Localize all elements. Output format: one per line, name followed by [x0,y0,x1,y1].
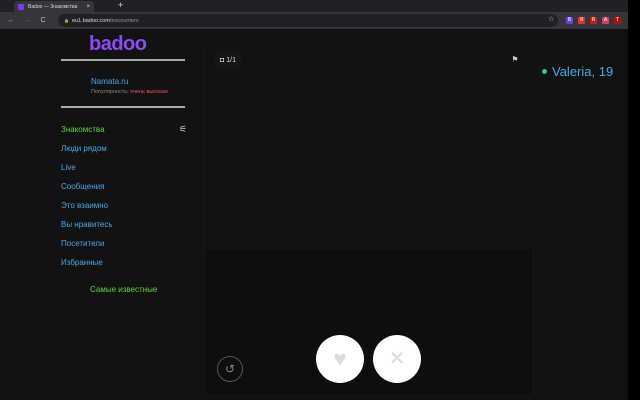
card-footer [205,250,532,395]
back-button[interactable]: ← [6,17,16,24]
extension-icon[interactable]: R [590,17,597,24]
profile-name[interactable]: Valeria, 19 [542,64,613,79]
tab-badoo[interactable]: Badoo — Знакомства × [14,1,94,12]
tab-title: Badoo — Знакомства [28,3,78,10]
close-tab-icon[interactable]: × [86,4,90,10]
tab-bar: Badoo — Знакомства × + [0,0,628,12]
camera-icon: ◘ [220,57,225,64]
sidebar-item-people-nearby[interactable]: Люди рядом [61,144,187,163]
online-status-dot [542,69,547,74]
sidebar-item-live[interactable]: Live [61,163,187,182]
reload-button[interactable]: C [38,17,48,24]
popularity[interactable]: Популярность: очень высокая [91,89,168,95]
sidebar-item-encounters[interactable]: Знакомства ⚟ [61,125,187,144]
browser-window: Badoo — Знакомства × + ← → C 🔒 eu1.badoo… [0,0,628,400]
badoo-favicon-icon [18,3,24,10]
dislike-button[interactable]: ✕ [373,335,421,383]
sidebar-item-visitors[interactable]: Посетители [61,239,187,258]
bookmark-star-icon[interactable]: ☆ [548,15,554,23]
sidebar-item-mutual[interactable]: Это взаимно [61,201,187,220]
extension-icon[interactable]: A [602,17,609,24]
url-path: /encounters [109,17,139,24]
sidebar-item-label: Знакомства [61,125,105,134]
sidebar-menu: Знакомства ⚟ Люди рядом Live Сообщения Эт… [61,125,187,277]
browser-toolbar: ← → C 🔒 eu1.badoo.com/encounters ☆ B Я R… [0,12,628,29]
popularity-value: очень высокая [130,89,168,95]
badoo-logo[interactable]: badoo [89,33,147,56]
sidebar-item-favorites[interactable]: Избранные [61,258,187,277]
filter-settings-icon[interactable]: ⚟ [179,125,187,134]
undo-button[interactable]: ↺ [217,356,243,382]
photo-counter[interactable]: ◘ 1/1 [215,53,241,68]
divider [61,59,185,61]
new-tab-button[interactable]: + [118,0,123,10]
photo-count: 1/1 [226,57,236,64]
url-host: eu1.badoo.com [71,17,110,24]
user-name-link[interactable]: Namata.ru [91,77,128,86]
sidebar-item-liked-you[interactable]: Вы нравитесь [61,220,187,239]
most-popular-link[interactable]: Самые известные [90,285,157,294]
report-flag-icon[interactable]: ⚑ [508,53,522,67]
extension-icon[interactable]: T [614,17,621,24]
extension-icon[interactable]: B [566,17,573,24]
address-bar[interactable]: 🔒 eu1.badoo.com/encounters [58,14,558,27]
extension-icon[interactable]: Я [578,17,585,24]
divider [61,106,185,108]
like-button[interactable]: ♥ [316,335,364,383]
popularity-label: Популярность: [91,89,129,95]
sidebar-item-messages[interactable]: Сообщения [61,182,187,201]
forward-button[interactable]: → [22,17,32,24]
profile-name-text: Valeria, 19 [552,64,614,79]
lock-icon: 🔒 [64,18,69,23]
